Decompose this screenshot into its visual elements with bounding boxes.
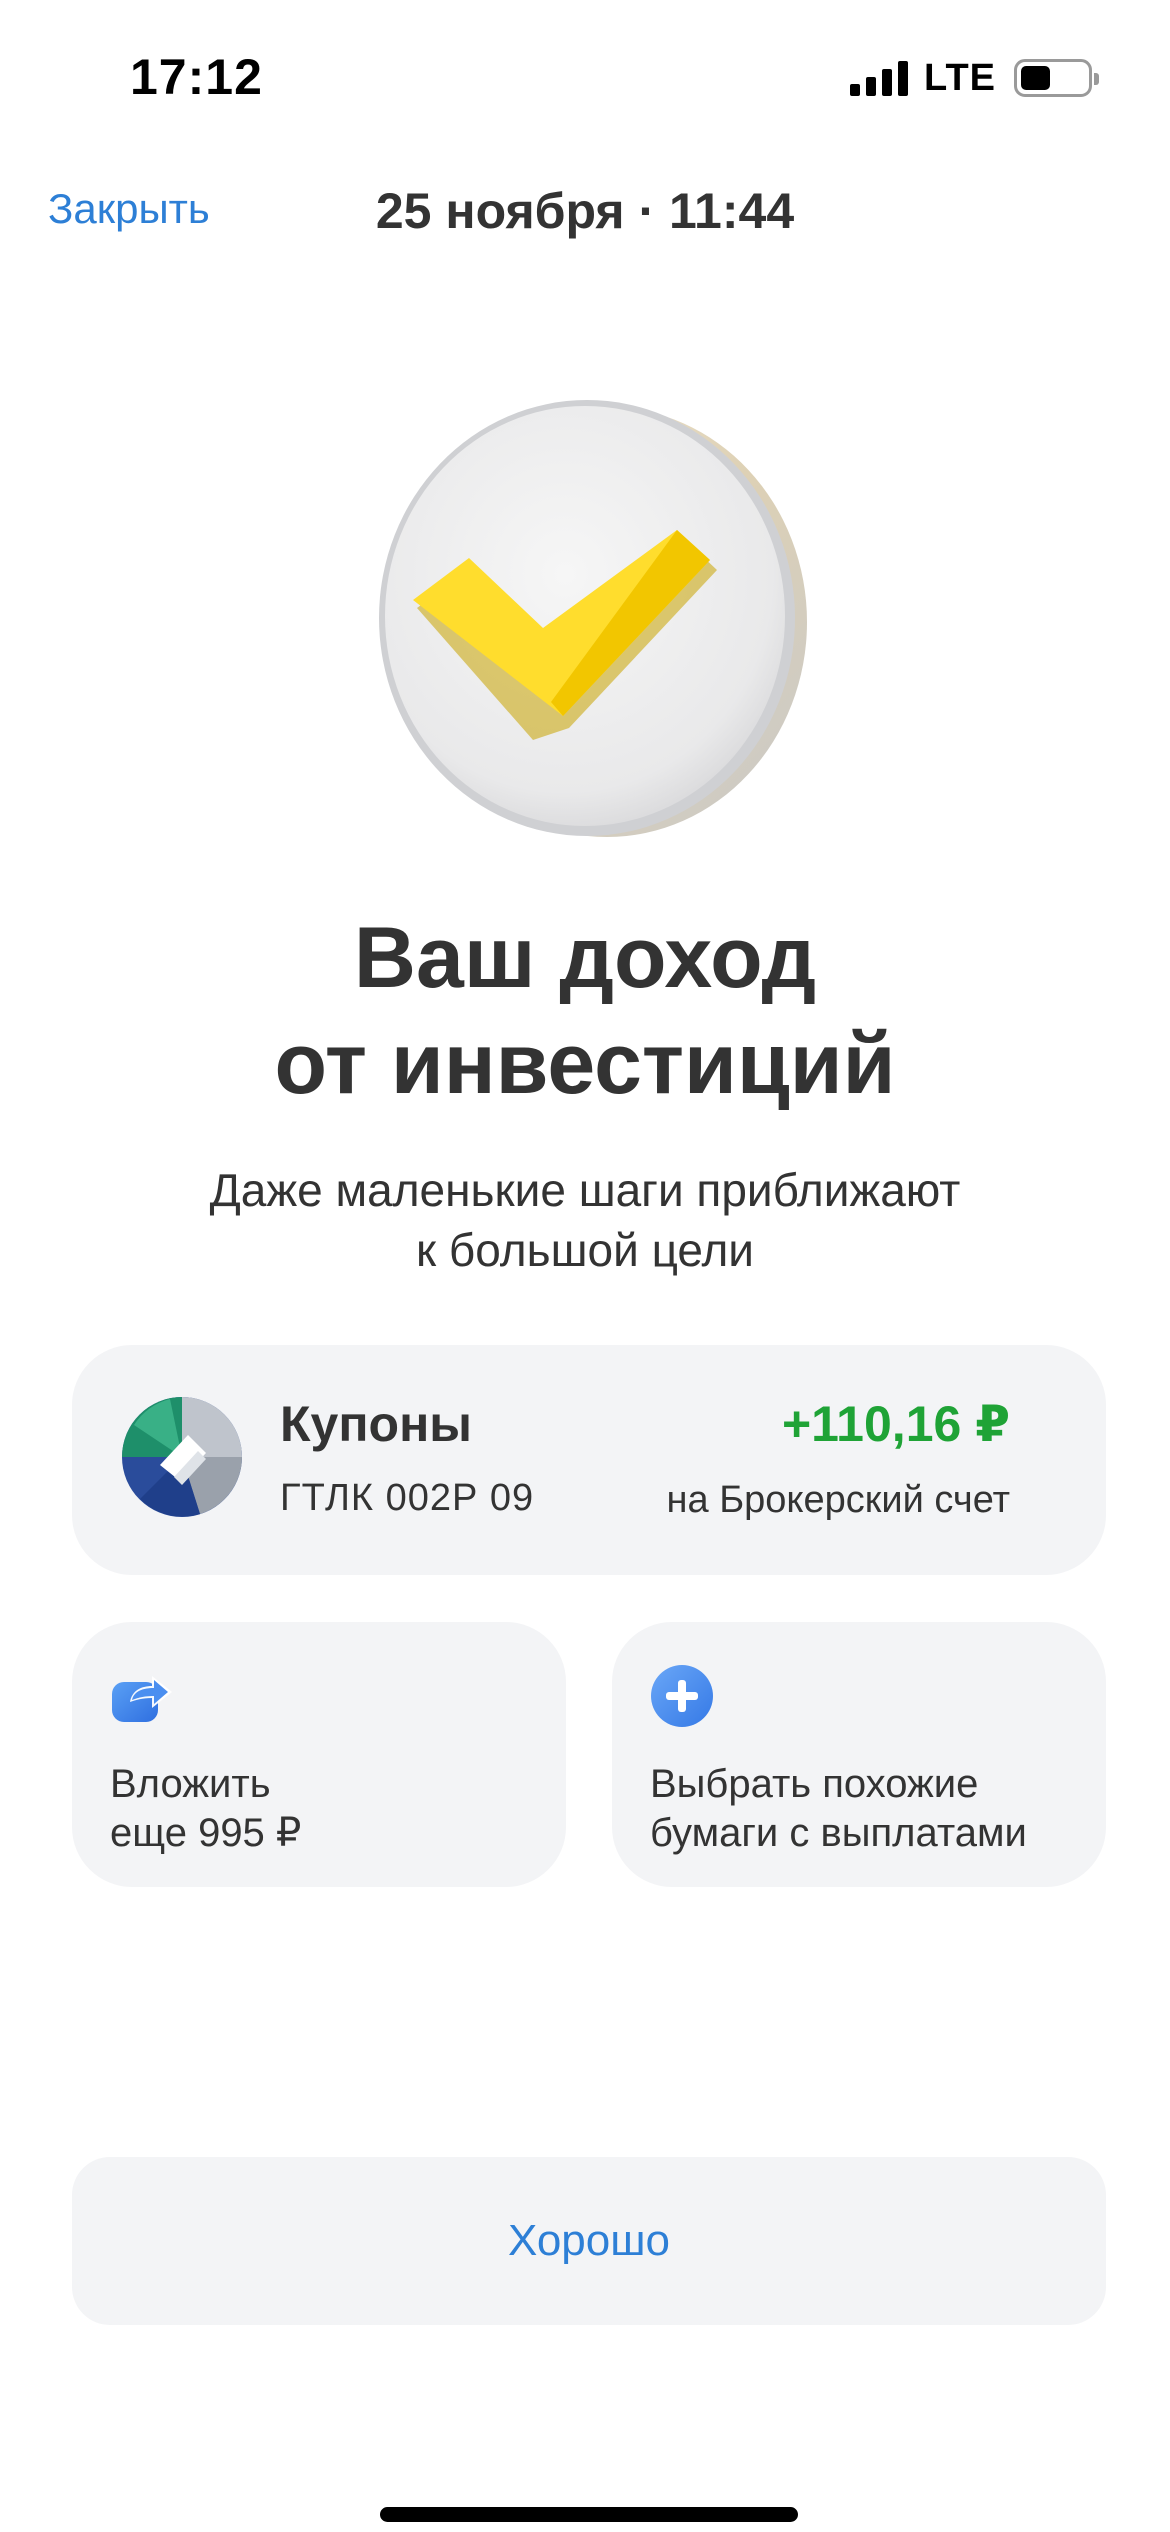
subtitle: Даже маленькие шаги приближают к большой… — [0, 1160, 1170, 1280]
ok-button[interactable]: Хорошо — [72, 2157, 1106, 2325]
screen: 17:12 LTE 25 ноября · 11:44 Закрыть Ваш … — [0, 0, 1170, 2532]
checkmark-coin-icon — [365, 390, 815, 850]
status-time: 17:12 — [130, 49, 263, 105]
invest-more-button[interactable]: Вложить еще 995 ₽ — [72, 1622, 566, 1887]
cellular-signal-icon — [850, 60, 909, 96]
similar-bonds-label: Выбрать похожие бумаги с выплатами — [650, 1762, 1027, 1855]
headline: Ваш доход от инвестиций — [0, 905, 1170, 1117]
coupon-amount: +110,16 ₽ — [781, 1396, 1010, 1452]
coupon-destination: на Брокерский счет — [666, 1479, 1010, 1521]
coupon-title: Купоны — [280, 1396, 472, 1452]
subtitle-line-1: Даже маленькие шаги приближают — [209, 1164, 961, 1216]
status-indicators: LTE — [850, 56, 1099, 100]
home-indicator[interactable] — [380, 2507, 798, 2522]
share-arrow-icon — [110, 1664, 174, 1728]
battery-cap — [1094, 73, 1099, 85]
bond-ticker: ГТЛК 002Р 09 — [280, 1477, 535, 1519]
headline-line-1: Ваш доход — [353, 910, 817, 1006]
battery-icon — [1014, 59, 1099, 97]
headline-line-2: от инвестиций — [274, 1016, 896, 1112]
battery-level — [1021, 66, 1050, 90]
invest-more-label: Вложить еще 995 ₽ — [110, 1762, 302, 1855]
subtitle-line-2: к большой цели — [415, 1224, 754, 1276]
close-button[interactable]: Закрыть — [48, 185, 210, 233]
coupon-card[interactable]: Купоны ГТЛК 002Р 09 +110,16 ₽ на Брокерс… — [72, 1345, 1106, 1575]
gtlk-logo-icon — [120, 1395, 244, 1519]
similar-bonds-button[interactable]: Выбрать похожие бумаги с выплатами — [612, 1622, 1106, 1887]
network-type: LTE — [924, 56, 996, 99]
plus-circle-icon — [650, 1664, 714, 1728]
status-bar: 17:12 LTE — [0, 0, 1170, 150]
